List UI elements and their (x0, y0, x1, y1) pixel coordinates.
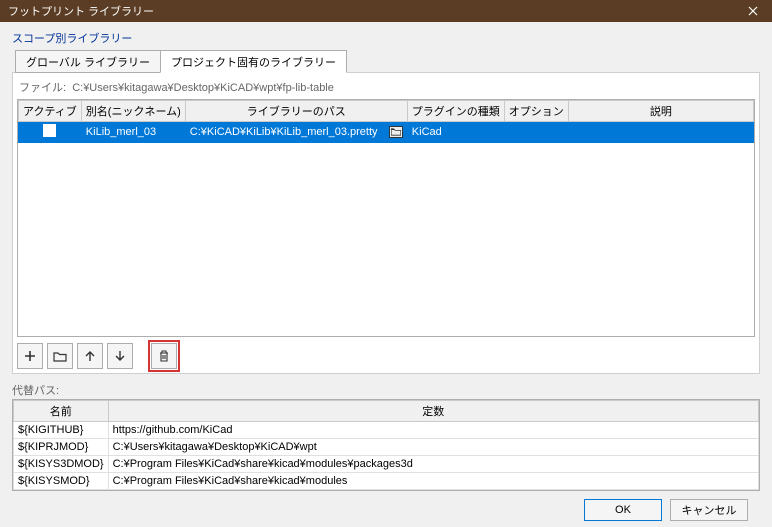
cell-path[interactable]: C:¥KiCAD¥KiLib¥KiLib_merl_03.pretty (185, 122, 407, 143)
library-table[interactable]: アクティブ 別名(ニックネーム) ライブラリーのパス プラグインの種類 オプショ… (17, 99, 755, 337)
col-active[interactable]: アクティブ (19, 101, 82, 122)
folder-icon (391, 128, 401, 136)
delete-button[interactable] (151, 343, 177, 369)
subs-name: ${KISYSMOD} (14, 473, 109, 490)
cancel-button[interactable]: キャンセル (670, 499, 748, 521)
tab-project[interactable]: プロジェクト固有のライブラリー (160, 50, 347, 73)
toolbar (17, 343, 755, 369)
titlebar: フットプリント ライブラリー (0, 0, 772, 22)
col-description[interactable]: 説明 (568, 101, 753, 122)
substitutions-label: 代替パス: (12, 382, 760, 398)
trash-icon (157, 349, 171, 363)
subs-row: ${KIGITHUB}https://github.com/KiCad (14, 422, 759, 439)
move-up-button[interactable] (77, 343, 103, 369)
window-title: フットプリント ライブラリー (8, 3, 154, 19)
table-header-row: アクティブ 別名(ニックネーム) ライブラリーのパス プラグインの種類 オプショ… (19, 101, 754, 122)
subs-value: C:¥Program Files¥KiCad¥share¥kicad¥modul… (108, 456, 758, 473)
close-button[interactable] (734, 0, 772, 22)
ok-button[interactable]: OK (584, 499, 662, 521)
cell-options[interactable] (504, 122, 568, 143)
subs-name: ${KIGITHUB} (14, 422, 109, 439)
arrow-up-icon (83, 349, 97, 363)
subs-value: https://github.com/KiCad (108, 422, 758, 439)
subs-row: ${KISYSMOD}C:¥Program Files¥KiCad¥share¥… (14, 473, 759, 490)
subs-value: C:¥Program Files¥KiCad¥share¥kicad¥modul… (108, 473, 758, 490)
scope-group-label: スコープ別ライブラリー (12, 30, 760, 46)
path-text: C:¥KiCAD¥KiLib¥KiLib_merl_03.pretty (190, 126, 378, 138)
subs-col-name: 名前 (14, 401, 109, 422)
dialog-footer: OK キャンセル (12, 491, 760, 521)
close-icon (748, 6, 758, 16)
substitutions-table: 名前 定数 ${KIGITHUB}https://github.com/KiCa… (12, 399, 760, 491)
tab-row: グローバル ライブラリー プロジェクト固有のライブラリー (15, 49, 757, 72)
file-path: C:¥Users¥kitagawa¥Desktop¥KiCAD¥wpt¥fp-l… (72, 82, 334, 94)
subs-value: C:¥Users¥kitagawa¥Desktop¥KiCAD¥wpt (108, 439, 758, 456)
table-row[interactable]: KiLib_merl_03 C:¥KiCAD¥KiLib¥KiLib_merl_… (19, 122, 754, 143)
file-path-line: ファイル: C:¥Users¥kitagawa¥Desktop¥KiCAD¥wp… (17, 77, 755, 99)
move-down-button[interactable] (107, 343, 133, 369)
browse-button[interactable] (389, 126, 403, 138)
cell-plugin[interactable]: KiCad (407, 122, 504, 143)
subs-name: ${KIPRJMOD} (14, 439, 109, 456)
col-options[interactable]: オプション (504, 101, 568, 122)
col-path[interactable]: ライブラリーのパス (185, 101, 407, 122)
active-checkbox[interactable] (43, 124, 56, 137)
subs-name: ${KISYS3DMOD} (14, 456, 109, 473)
col-plugin[interactable]: プラグインの種類 (407, 101, 504, 122)
add-button[interactable] (17, 343, 43, 369)
folder-icon (53, 349, 67, 363)
arrow-down-icon (113, 349, 127, 363)
open-folder-button[interactable] (47, 343, 73, 369)
file-prefix: ファイル: (19, 82, 66, 94)
col-nickname[interactable]: 別名(ニックネーム) (81, 101, 185, 122)
cell-description[interactable] (568, 122, 753, 143)
plus-icon (23, 349, 37, 363)
subs-col-const: 定数 (108, 401, 758, 422)
subs-row: ${KISYS3DMOD}C:¥Program Files¥KiCad¥shar… (14, 456, 759, 473)
subs-row: ${KIPRJMOD}C:¥Users¥kitagawa¥Desktop¥KiC… (14, 439, 759, 456)
cell-nickname[interactable]: KiLib_merl_03 (81, 122, 185, 143)
tab-global[interactable]: グローバル ライブラリー (15, 50, 161, 73)
